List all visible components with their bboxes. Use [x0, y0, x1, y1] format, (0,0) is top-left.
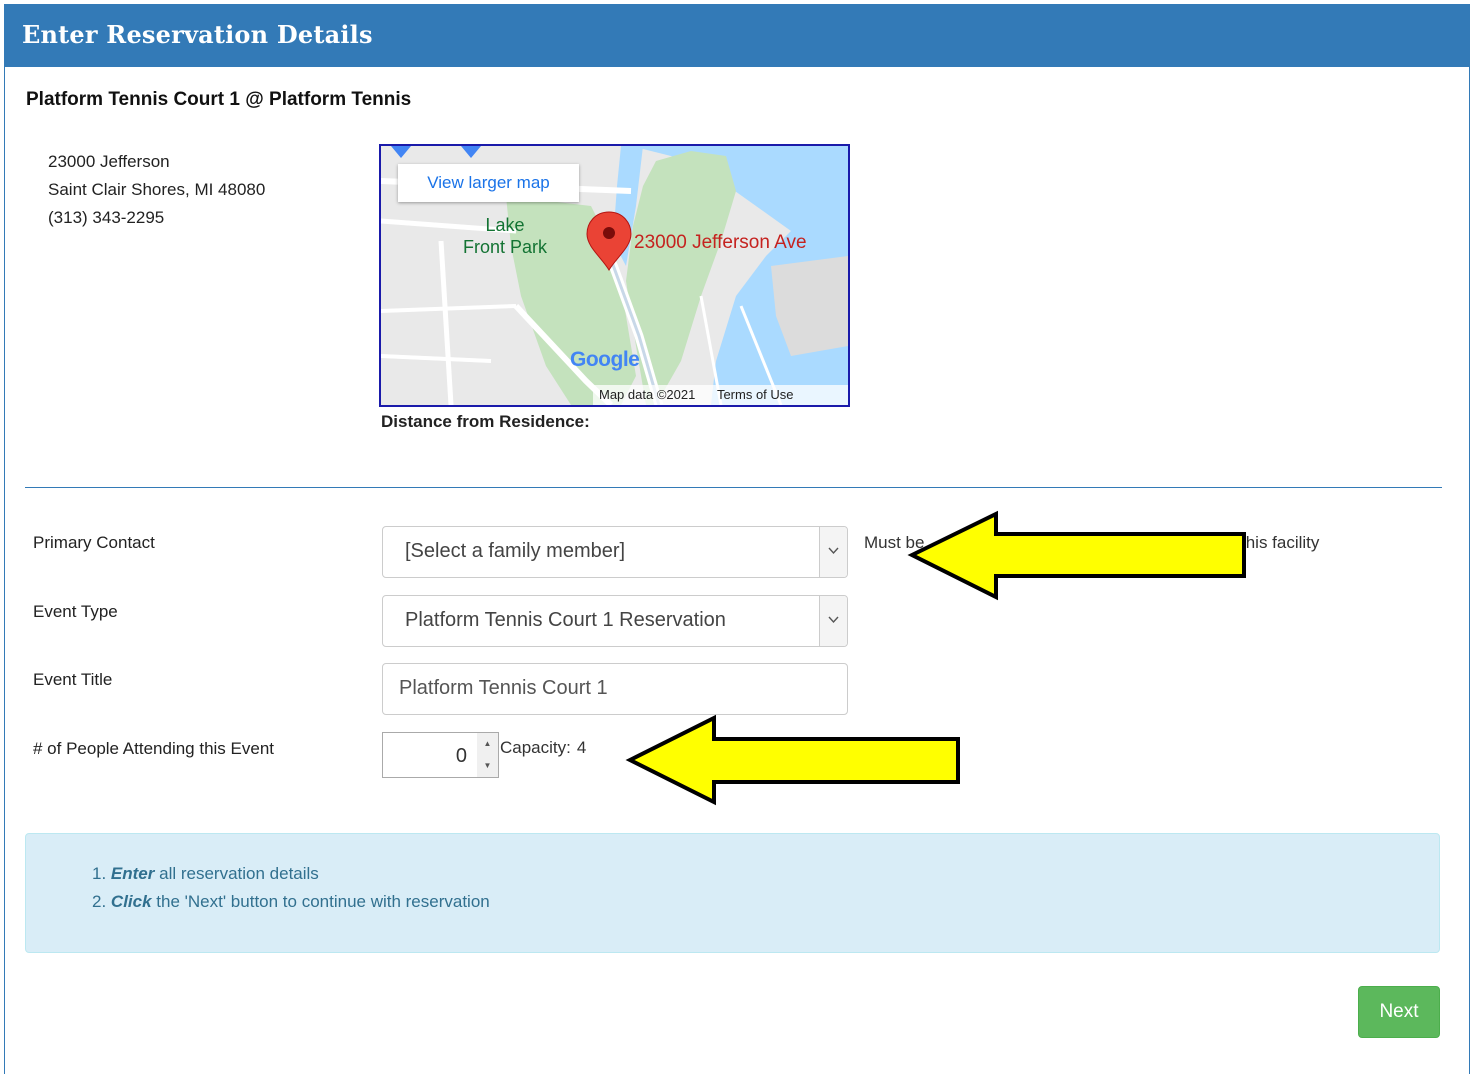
annotation-overlay: [625, 510, 1246, 806]
annotation-arrow-icon: [907, 510, 1246, 601]
annotation-arrow-icon: [625, 714, 960, 806]
